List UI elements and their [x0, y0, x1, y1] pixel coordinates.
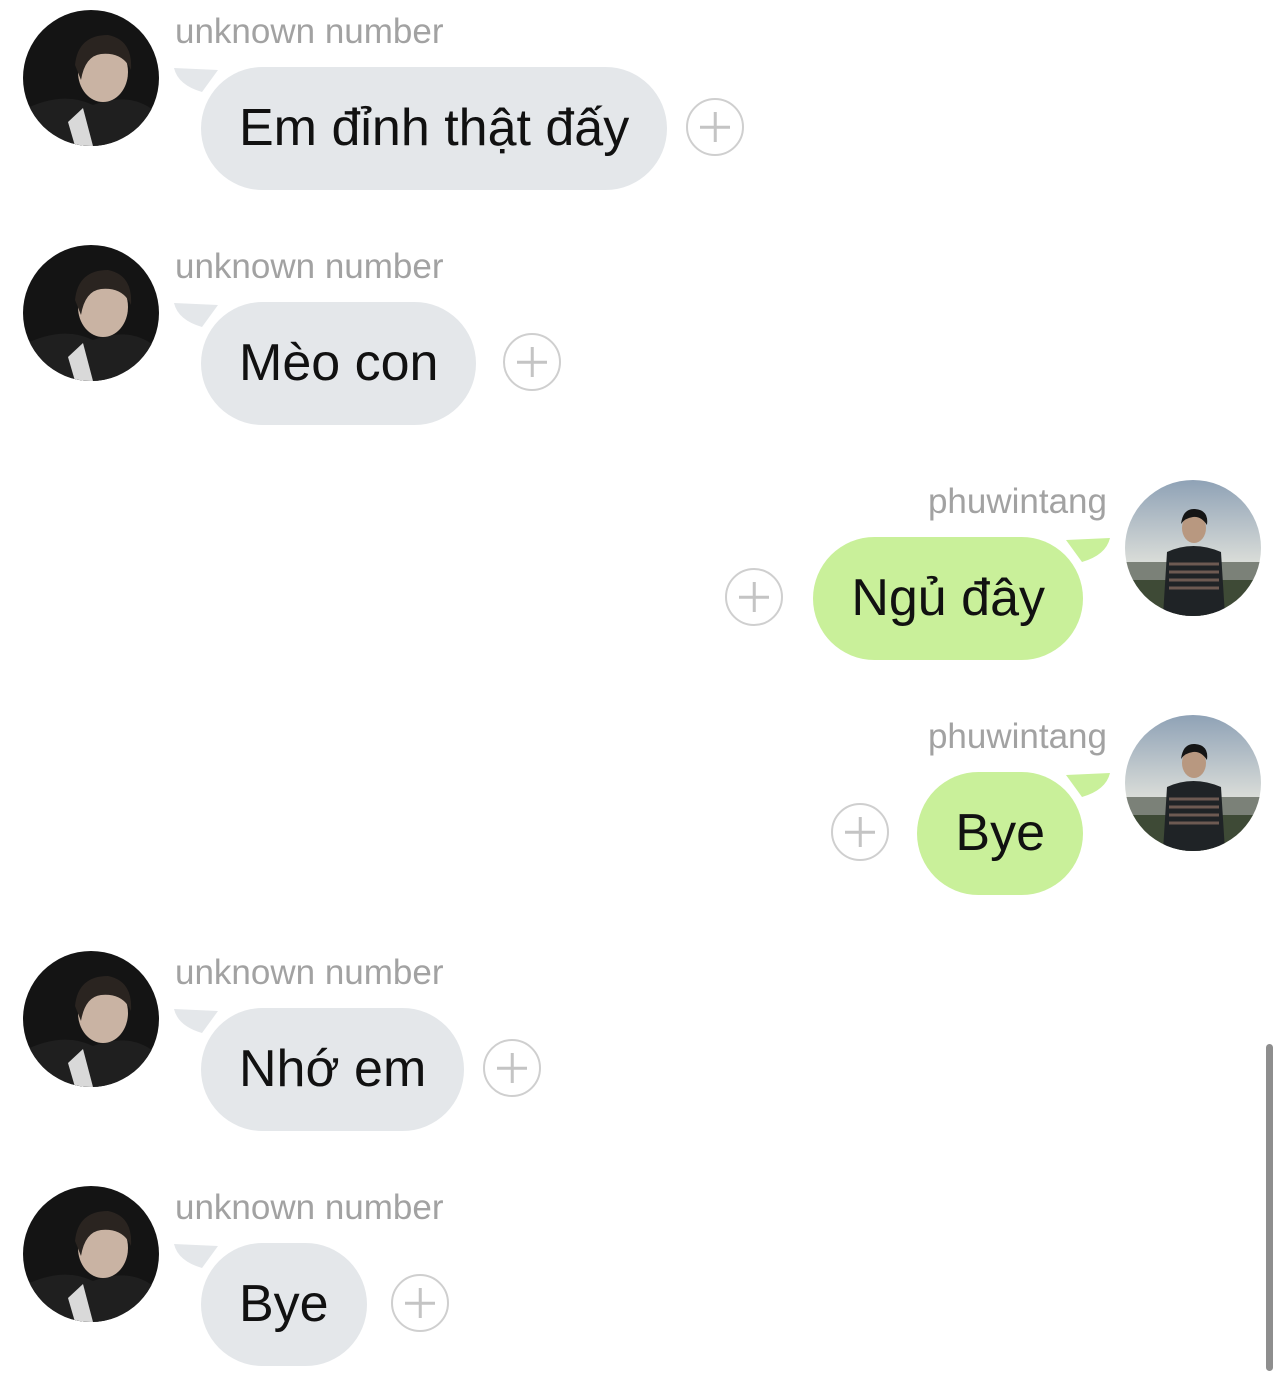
- message-bubble[interactable]: Bye: [917, 772, 1083, 895]
- message-bubble[interactable]: Nhớ em: [201, 1008, 465, 1131]
- add-circle-icon[interactable]: [831, 803, 889, 861]
- add-circle-icon[interactable]: [503, 333, 561, 391]
- message-row: phuwintang Ngủ đây: [0, 470, 1284, 670]
- message-row: unknown number Em đỉnh thật đấy: [0, 0, 1284, 200]
- message-row: unknown number Mèo con: [0, 235, 1284, 435]
- avatar[interactable]: [23, 245, 159, 381]
- message-bubble[interactable]: Ngủ đây: [813, 537, 1083, 660]
- add-circle-icon[interactable]: [686, 98, 744, 156]
- message-bubble[interactable]: Mèo con: [201, 302, 477, 425]
- add-circle-icon[interactable]: [725, 568, 783, 626]
- message-bubble[interactable]: Em đỉnh thật đấy: [201, 67, 668, 190]
- avatar[interactable]: [23, 951, 159, 1087]
- avatar[interactable]: [23, 1186, 159, 1322]
- scrollbar[interactable]: [1266, 1044, 1273, 1371]
- message-row: unknown number Nhớ em: [0, 941, 1284, 1141]
- avatar[interactable]: [1125, 480, 1261, 616]
- message-bubble[interactable]: Bye: [201, 1243, 367, 1366]
- add-circle-icon[interactable]: [483, 1039, 541, 1097]
- avatar[interactable]: [1125, 715, 1261, 851]
- message-row: unknown number Bye: [0, 1176, 1284, 1376]
- message-row: phuwintang Bye: [0, 705, 1284, 905]
- avatar[interactable]: [23, 10, 159, 146]
- add-circle-icon[interactable]: [391, 1274, 449, 1332]
